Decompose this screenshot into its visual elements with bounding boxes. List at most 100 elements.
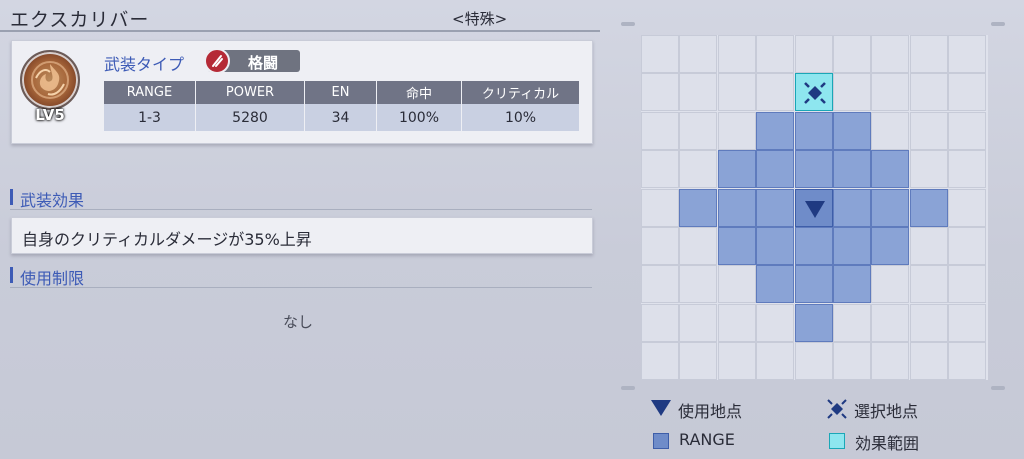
stats-value-power: 5280	[196, 104, 304, 131]
grid-cell[interactable]	[717, 303, 756, 342]
grid-cell-select-point[interactable]	[794, 73, 833, 112]
section-accent-bar	[10, 267, 13, 283]
grid-cell[interactable]	[641, 73, 679, 112]
grid-cell[interactable]	[641, 342, 679, 381]
grid-cell[interactable]	[679, 111, 718, 150]
grid-cell[interactable]	[717, 342, 756, 381]
grid-cell[interactable]	[948, 342, 987, 381]
grid-cell[interactable]	[679, 150, 718, 189]
grid-cell[interactable]	[948, 265, 987, 304]
grid-cell[interactable]	[641, 150, 679, 189]
grid-cell-range[interactable]	[756, 111, 795, 150]
grid-cell[interactable]	[679, 35, 718, 73]
grid-cell[interactable]	[717, 73, 756, 112]
grid-cell-range[interactable]	[717, 150, 756, 189]
weapon-type-value: 格闘	[248, 54, 279, 72]
grid-cell[interactable]	[641, 265, 679, 304]
grid-cell-range[interactable]	[833, 265, 871, 304]
grid-cell-range[interactable]	[679, 188, 718, 227]
grid-cell[interactable]	[948, 111, 987, 150]
grid-cell[interactable]	[679, 265, 718, 304]
grid-cell[interactable]	[641, 35, 679, 73]
grid-cell[interactable]	[871, 303, 910, 342]
grid-cell[interactable]	[756, 73, 795, 112]
grid-cell-range[interactable]	[756, 265, 795, 304]
grid-cell[interactable]	[871, 73, 910, 112]
grid-cell-range[interactable]	[717, 227, 756, 265]
grid-cell[interactable]	[679, 342, 718, 381]
grid-cell[interactable]	[833, 303, 871, 342]
grid-cell-range[interactable]	[756, 227, 795, 265]
grid-cell[interactable]	[909, 265, 948, 304]
grid-cell[interactable]	[871, 342, 910, 381]
grid-cell[interactable]	[641, 111, 679, 150]
grid-cell-range[interactable]	[756, 188, 795, 227]
grid-cell-range[interactable]	[794, 111, 833, 150]
grid-cell[interactable]	[717, 111, 756, 150]
grid-cell-range[interactable]	[833, 150, 871, 189]
grid-cell[interactable]	[756, 35, 795, 73]
grid-cell[interactable]	[641, 303, 679, 342]
grid-cell-range[interactable]	[756, 150, 795, 189]
grid-cell[interactable]	[717, 35, 756, 73]
grid-cell-range[interactable]	[794, 265, 833, 304]
effect-description: 自身のクリティカルダメージが35%上昇	[22, 230, 312, 249]
grid-cell[interactable]	[871, 265, 910, 304]
grid-cell[interactable]	[871, 111, 910, 150]
grid-cell[interactable]	[717, 265, 756, 304]
weapon-info-card: LV5 武装タイプ 格闘 RANGE POWER EN 命中 クリティカル 1-…	[11, 40, 593, 144]
restriction-section-title: 使用制限	[20, 269, 85, 288]
grid-cell-range[interactable]	[871, 227, 910, 265]
stats-header-accuracy: 命中	[377, 81, 461, 104]
grid-cell[interactable]	[948, 150, 987, 189]
grid-cell[interactable]	[679, 303, 718, 342]
grid-cell[interactable]	[641, 227, 679, 265]
weapon-type-badge: 格闘	[204, 48, 300, 74]
grid-cell[interactable]	[909, 303, 948, 342]
grid-cell[interactable]	[909, 111, 948, 150]
grid-cell[interactable]	[833, 342, 871, 381]
grid-cell[interactable]	[833, 35, 871, 73]
grid-cell-range[interactable]	[871, 150, 910, 189]
grid-cell-range[interactable]	[794, 227, 833, 265]
stats-header-row: RANGE POWER EN 命中 クリティカル	[104, 81, 579, 104]
grid-cell[interactable]	[909, 150, 948, 189]
legend-range: RANGE	[651, 429, 801, 451]
restriction-section-header: 使用制限	[10, 264, 592, 288]
grid-cell[interactable]	[756, 303, 795, 342]
use-point-marker-icon	[804, 200, 825, 218]
effect-description-box: 自身のクリティカルダメージが35%上昇	[11, 217, 593, 254]
grid-cell[interactable]	[679, 227, 718, 265]
frame-corner	[621, 386, 635, 390]
grid-cell[interactable]	[756, 342, 795, 381]
grid-cell-range[interactable]	[717, 188, 756, 227]
grid-cell-range[interactable]	[833, 227, 871, 265]
grid-cell[interactable]	[641, 188, 679, 227]
grid-cell[interactable]	[948, 73, 987, 112]
grid-cell-range[interactable]	[794, 150, 833, 189]
grid-cell-range[interactable]	[909, 188, 948, 227]
grid-cell[interactable]	[909, 73, 948, 112]
legend-select-point: 選択地点	[826, 397, 976, 421]
grid-cell[interactable]	[909, 35, 948, 73]
grid-cell[interactable]	[948, 35, 987, 73]
legend-select-point-label: 選択地点	[854, 402, 919, 421]
weapon-stats-table: RANGE POWER EN 命中 クリティカル 1-3 5280 34 100…	[103, 81, 580, 131]
grid-cell[interactable]	[833, 73, 871, 112]
grid-cell[interactable]	[909, 342, 948, 381]
grid-cell[interactable]	[948, 227, 987, 265]
grid-cell-range[interactable]	[833, 188, 871, 227]
grid-cell[interactable]	[948, 303, 987, 342]
grid-cell-range[interactable]	[794, 303, 833, 342]
grid-cell[interactable]	[871, 35, 910, 73]
grid-cell[interactable]	[794, 35, 833, 73]
legend-effect-area-label: 効果範囲	[855, 434, 920, 453]
grid-cell-range[interactable]	[833, 111, 871, 150]
grid-cell-use-point[interactable]	[794, 188, 833, 227]
grid-cell[interactable]	[679, 73, 718, 112]
grid-cell-range[interactable]	[871, 188, 910, 227]
grid-cell[interactable]	[948, 188, 987, 227]
stats-value-accuracy: 100%	[377, 104, 461, 131]
grid-cell[interactable]	[909, 227, 948, 265]
grid-cell[interactable]	[794, 342, 833, 381]
